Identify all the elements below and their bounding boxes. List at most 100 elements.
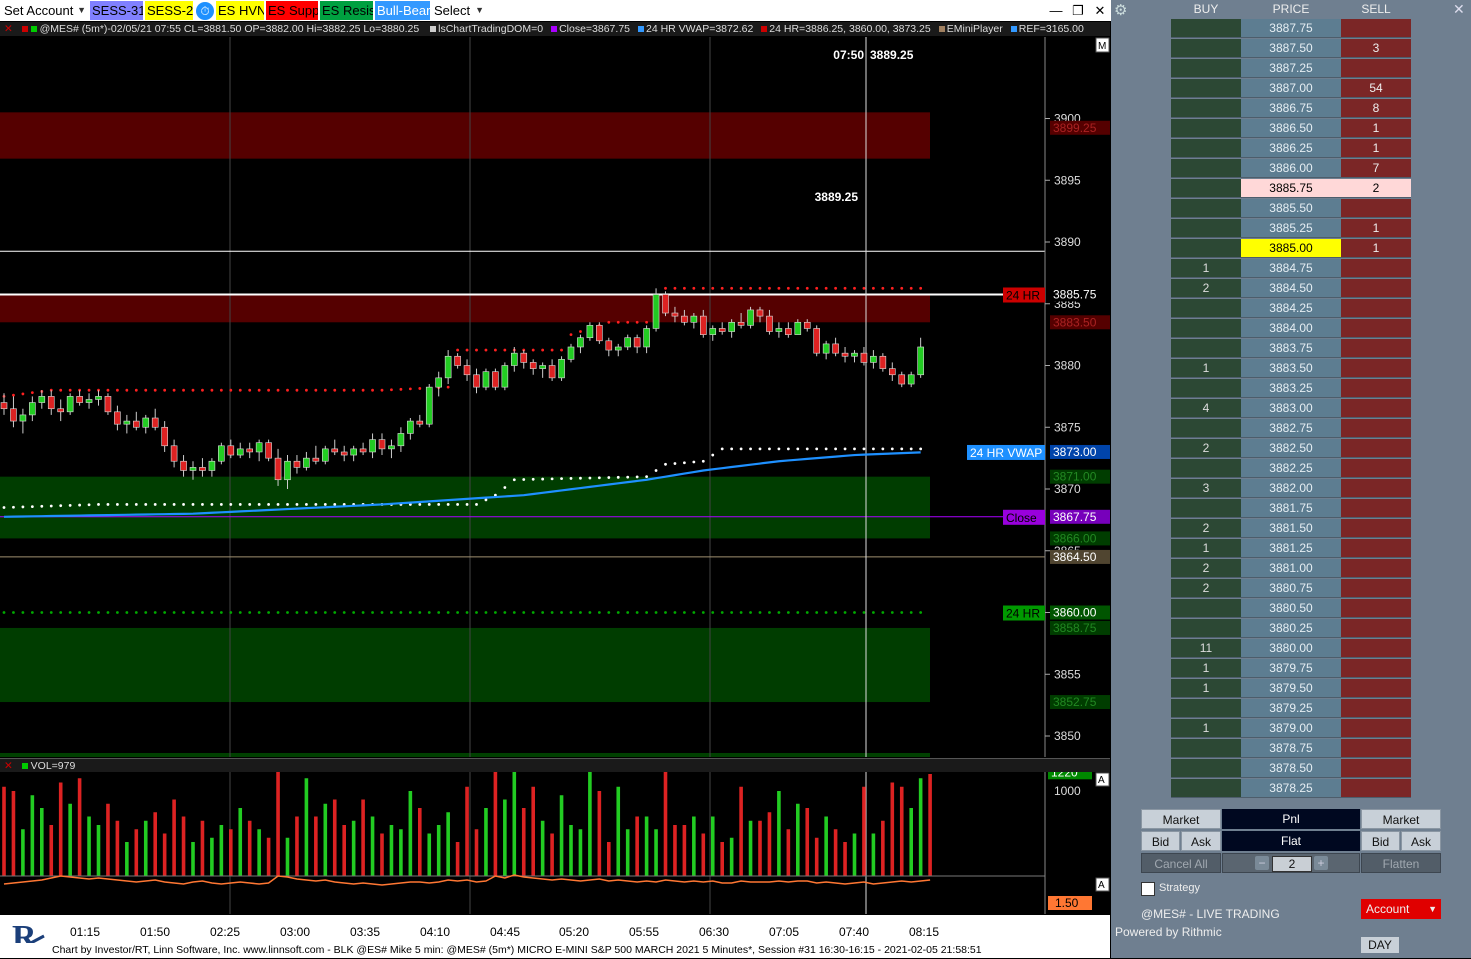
dom-price-cell[interactable]: 3882.00: [1241, 479, 1341, 498]
dom-price-cell[interactable]: 3883.00: [1241, 399, 1341, 418]
dom-buy-cell[interactable]: [1171, 19, 1241, 38]
dom-buy-cell[interactable]: [1171, 219, 1241, 238]
dom-sell-cell[interactable]: [1341, 359, 1411, 378]
dom-buy-cell[interactable]: [1171, 779, 1241, 798]
dom-sell-cell[interactable]: [1341, 299, 1411, 318]
dom-price-cell[interactable]: 3880.75: [1241, 579, 1341, 598]
dom-price-cell[interactable]: 3887.50: [1241, 39, 1341, 58]
dom-sell-cell[interactable]: [1341, 579, 1411, 598]
dom-sell-cell[interactable]: [1341, 259, 1411, 278]
dom-buy-cell[interactable]: 2: [1171, 519, 1241, 538]
dom-buy-cell[interactable]: 1: [1171, 659, 1241, 678]
day-button[interactable]: DAY: [1361, 937, 1399, 953]
dom-buy-cell[interactable]: 2: [1171, 559, 1241, 578]
dom-price-cell[interactable]: 3886.50: [1241, 119, 1341, 138]
dom-buy-cell[interactable]: [1171, 119, 1241, 138]
dom-sell-cell[interactable]: [1341, 279, 1411, 298]
dom-sell-cell[interactable]: 3: [1341, 39, 1411, 58]
minus-icon[interactable]: −: [1255, 856, 1269, 870]
dom-price-cell[interactable]: 3883.50: [1241, 359, 1341, 378]
dom-buy-cell[interactable]: [1171, 379, 1241, 398]
dom-price-cell[interactable]: 3882.50: [1241, 439, 1341, 458]
sell-ask-button[interactable]: Ask: [1401, 831, 1441, 851]
close-pane-icon[interactable]: ✕: [4, 23, 13, 35]
dom-sell-cell[interactable]: [1341, 439, 1411, 458]
dom-sell-cell[interactable]: [1341, 559, 1411, 578]
dom-price-cell[interactable]: 3881.25: [1241, 539, 1341, 558]
cancel-all-button[interactable]: Cancel All: [1141, 853, 1221, 873]
toolbar-button-es-hvn[interactable]: ES HVN: [216, 1, 264, 20]
dom-price-cell[interactable]: 3880.25: [1241, 619, 1341, 638]
dom-price-cell[interactable]: 3883.75: [1241, 339, 1341, 358]
volume-chart[interactable]: 1000 1220 1.50 A A: [0, 772, 1110, 914]
dom-sell-cell[interactable]: [1341, 59, 1411, 78]
stopwatch-icon[interactable]: ⏱: [196, 2, 214, 20]
dom-buy-cell[interactable]: [1171, 759, 1241, 778]
toolbar-button-sess-2[interactable]: SESS-2: [145, 1, 193, 20]
dom-sell-cell[interactable]: 1: [1341, 239, 1411, 258]
dom-buy-cell[interactable]: [1171, 739, 1241, 758]
dom-buy-cell[interactable]: 4: [1171, 399, 1241, 418]
close-icon[interactable]: ✕: [1453, 1, 1465, 18]
settings-gear-icon[interactable]: ⚙: [1114, 1, 1127, 19]
dom-price-cell[interactable]: 3880.00: [1241, 639, 1341, 658]
dom-buy-cell[interactable]: [1171, 299, 1241, 318]
dom-price-cell[interactable]: 3879.00: [1241, 719, 1341, 738]
dom-buy-cell[interactable]: 1: [1171, 259, 1241, 278]
strategy-checkbox[interactable]: [1141, 882, 1155, 896]
buy-market-button[interactable]: Market: [1141, 809, 1221, 829]
dom-buy-cell[interactable]: [1171, 499, 1241, 518]
dom-price-cell[interactable]: 3881.75: [1241, 499, 1341, 518]
dom-price-cell[interactable]: 3880.50: [1241, 599, 1341, 618]
dom-sell-cell[interactable]: 2: [1341, 179, 1411, 198]
buy-bid-button[interactable]: Bid: [1141, 831, 1180, 851]
close-icon[interactable]: ✕: [1089, 2, 1111, 19]
dom-price-cell[interactable]: 3887.25: [1241, 59, 1341, 78]
dom-price-cell[interactable]: 3884.25: [1241, 299, 1341, 318]
dom-buy-cell[interactable]: [1171, 419, 1241, 438]
dom-buy-cell[interactable]: 2: [1171, 439, 1241, 458]
dom-price-cell[interactable]: 3878.50: [1241, 759, 1341, 778]
dom-sell-cell[interactable]: [1341, 699, 1411, 718]
dom-price-cell[interactable]: 3886.25: [1241, 139, 1341, 158]
dom-buy-cell[interactable]: [1171, 699, 1241, 718]
dom-sell-cell[interactable]: [1341, 499, 1411, 518]
dom-sell-cell[interactable]: [1341, 539, 1411, 558]
dom-buy-cell[interactable]: [1171, 99, 1241, 118]
sell-market-button[interactable]: Market: [1361, 809, 1441, 829]
toolbar-button-set-account[interactable]: Set Account ▼: [2, 1, 88, 20]
dom-buy-cell[interactable]: 1: [1171, 359, 1241, 378]
plus-icon[interactable]: +: [1314, 856, 1328, 870]
dom-sell-cell[interactable]: 7: [1341, 159, 1411, 178]
dom-price-cell[interactable]: 3885.00: [1241, 239, 1341, 258]
dom-sell-cell[interactable]: 1: [1341, 119, 1411, 138]
toolbar-button-es-supp[interactable]: ES Supp: [266, 1, 318, 20]
minimize-icon[interactable]: —: [1045, 2, 1067, 19]
dom-sell-cell[interactable]: [1341, 399, 1411, 418]
dom-buy-cell[interactable]: [1171, 339, 1241, 358]
dom-price-cell[interactable]: 3878.75: [1241, 739, 1341, 758]
toolbar-button-es-resis[interactable]: ES Resis: [320, 1, 373, 20]
dom-buy-cell[interactable]: 2: [1171, 579, 1241, 598]
dom-buy-cell[interactable]: 2: [1171, 279, 1241, 298]
dom-sell-cell[interactable]: [1341, 619, 1411, 638]
dom-sell-cell[interactable]: [1341, 479, 1411, 498]
dom-sell-cell[interactable]: [1341, 679, 1411, 698]
dom-price-cell[interactable]: 3885.75: [1241, 179, 1341, 198]
dom-price-cell[interactable]: 3879.75: [1241, 659, 1341, 678]
dom-price-cell[interactable]: 3884.75: [1241, 259, 1341, 278]
dom-sell-cell[interactable]: [1341, 519, 1411, 538]
dom-price-cell[interactable]: 3879.50: [1241, 679, 1341, 698]
dom-buy-cell[interactable]: 1: [1171, 539, 1241, 558]
dom-price-cell[interactable]: 3884.50: [1241, 279, 1341, 298]
dom-sell-cell[interactable]: [1341, 779, 1411, 798]
account-select[interactable]: Account ▼: [1361, 899, 1441, 919]
dom-price-cell[interactable]: 3884.00: [1241, 319, 1341, 338]
dom-buy-cell[interactable]: [1171, 79, 1241, 98]
dom-buy-cell[interactable]: [1171, 619, 1241, 638]
dom-price-cell[interactable]: 3886.75: [1241, 99, 1341, 118]
dom-buy-cell[interactable]: 3: [1171, 479, 1241, 498]
dom-sell-cell[interactable]: 54: [1341, 79, 1411, 98]
buy-ask-button[interactable]: Ask: [1181, 831, 1221, 851]
price-chart[interactable]: 3889.2507:503889.25384538503855386038653…: [0, 37, 1110, 757]
